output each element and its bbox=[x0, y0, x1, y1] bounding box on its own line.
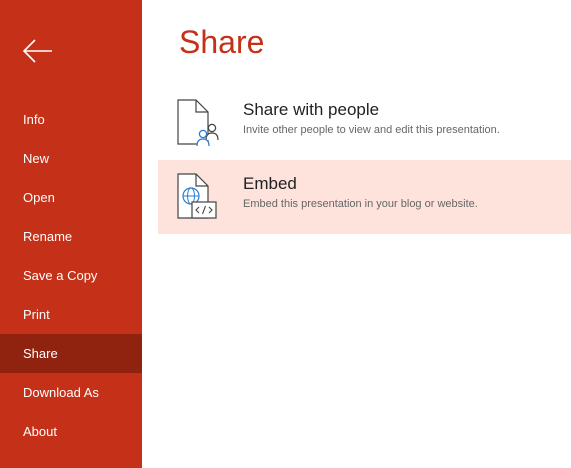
share-with-people-description: Invite other people to view and edit thi… bbox=[243, 124, 500, 136]
sidebar-item-print[interactable]: Print bbox=[0, 295, 142, 334]
sidebar-item-new[interactable]: New bbox=[0, 139, 142, 178]
share-with-people-title: Share with people bbox=[243, 100, 380, 119]
sidebar-item-open[interactable]: Open bbox=[0, 178, 142, 217]
embed-title: Embed bbox=[243, 174, 297, 193]
embed-description: Embed this presentation in your blog or … bbox=[243, 198, 478, 210]
sidebar-item-about[interactable]: About bbox=[0, 412, 142, 451]
share-with-people-option[interactable]: Share with people Invite other people to… bbox=[158, 86, 571, 160]
share-panel: Share Share with people Invite other peo… bbox=[142, 0, 571, 468]
arrow-left-icon bbox=[22, 39, 52, 63]
embed-option[interactable]: Embed Embed this presentation in your bl… bbox=[158, 160, 571, 234]
sidebar-nav: Info New Open Rename Save a Copy Print S… bbox=[0, 100, 142, 451]
sidebar-item-share[interactable]: Share bbox=[0, 334, 142, 373]
sidebar-item-save-a-copy[interactable]: Save a Copy bbox=[0, 256, 142, 295]
sidebar-item-rename[interactable]: Rename bbox=[0, 217, 142, 256]
share-with-people-icon bbox=[177, 99, 219, 147]
embed-icon bbox=[177, 173, 217, 219]
backstage-sidebar: Info New Open Rename Save a Copy Print S… bbox=[0, 0, 142, 468]
page-title: Share bbox=[179, 24, 265, 60]
sidebar-item-download-as[interactable]: Download As bbox=[0, 373, 142, 412]
sidebar-item-info[interactable]: Info bbox=[0, 100, 142, 139]
back-button[interactable] bbox=[18, 33, 58, 69]
